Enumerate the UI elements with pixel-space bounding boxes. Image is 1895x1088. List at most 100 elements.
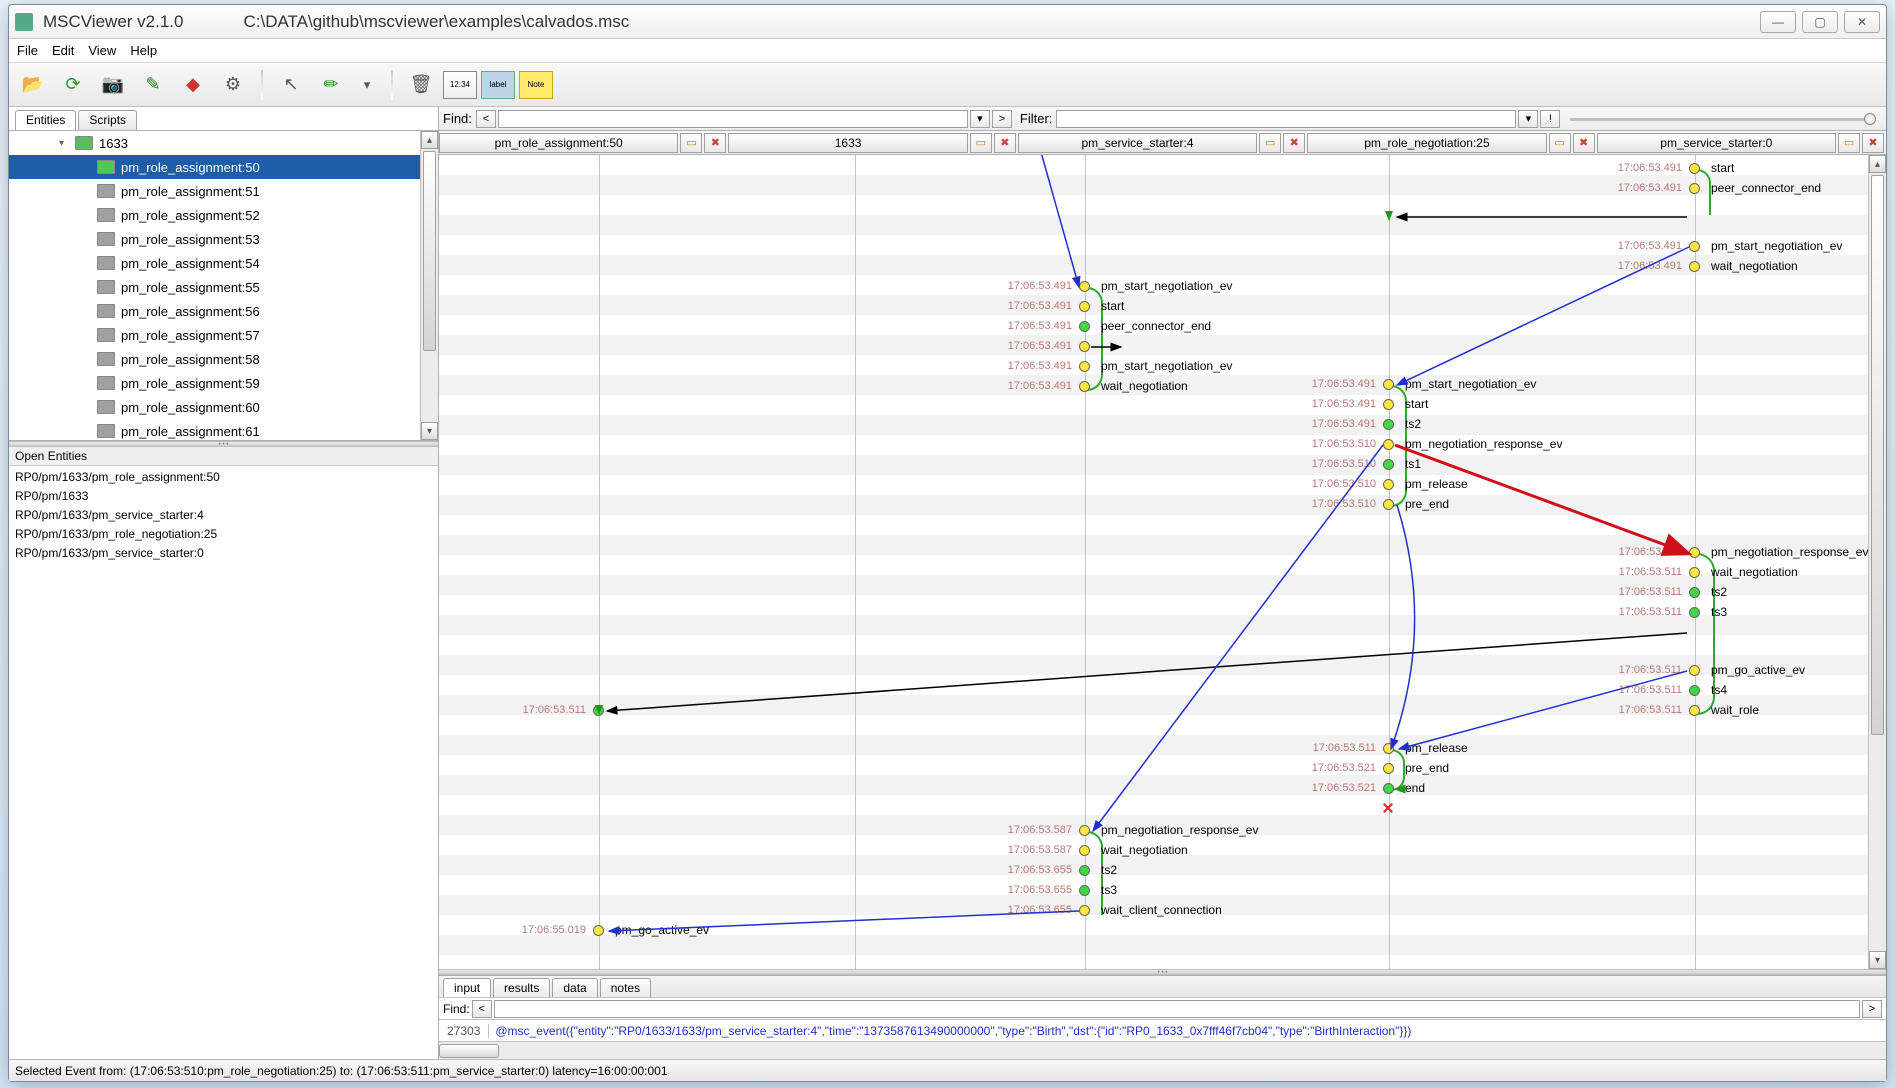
- tab-entities[interactable]: Entities: [15, 110, 76, 130]
- event-dot[interactable]: [1383, 803, 1393, 813]
- entity-tree[interactable]: ▾ 1633 pm_role_assignment:50pm_role_assi…: [9, 131, 438, 441]
- console-find-prev-button[interactable]: <: [472, 1000, 492, 1018]
- event-dot[interactable]: [1383, 479, 1394, 490]
- window-maximize-button[interactable]: ▢: [1802, 11, 1838, 33]
- camera-icon[interactable]: 📷: [95, 67, 131, 103]
- tree-item[interactable]: pm_role_assignment:60: [9, 395, 438, 419]
- tree-item[interactable]: pm_role_assignment:58: [9, 347, 438, 371]
- tree-item[interactable]: pm_role_assignment:57: [9, 323, 438, 347]
- collapse-icon[interactable]: ▾: [59, 138, 71, 149]
- trash-icon[interactable]: 🗑: [403, 67, 439, 103]
- console-find-next-button[interactable]: >: [1862, 1000, 1882, 1018]
- event-dot[interactable]: [1383, 439, 1394, 450]
- event-dot[interactable]: [1079, 845, 1090, 856]
- window-close-button[interactable]: ✕: [1844, 11, 1880, 33]
- event-dot[interactable]: [1383, 459, 1394, 470]
- console-find-input[interactable]: [494, 1000, 1860, 1018]
- event-dot[interactable]: [1383, 499, 1394, 510]
- clear-markers-icon[interactable]: ◆: [175, 67, 211, 103]
- open-entity-item[interactable]: RP0/pm/1633/pm_role_negotiation:25: [15, 525, 432, 544]
- tree-item[interactable]: pm_role_assignment:56: [9, 299, 438, 323]
- lane-close-button[interactable]: ✖: [1862, 133, 1884, 153]
- tab-notes[interactable]: notes: [600, 978, 651, 997]
- event-dot[interactable]: [1689, 705, 1700, 716]
- tree-item[interactable]: pm_role_assignment:50: [9, 155, 438, 179]
- lane-title[interactable]: 1633: [728, 133, 967, 153]
- tab-results[interactable]: results: [493, 978, 550, 997]
- event-dot[interactable]: [1689, 685, 1700, 696]
- open-entity-item[interactable]: RP0/pm/1633/pm_service_starter:0: [15, 544, 432, 563]
- settings-icon[interactable]: ⚙: [215, 67, 251, 103]
- tab-data[interactable]: data: [552, 978, 597, 997]
- event-dot[interactable]: [1079, 301, 1090, 312]
- lane-minimize-button[interactable]: ▭: [1549, 133, 1571, 153]
- menu-help[interactable]: Help: [130, 43, 157, 58]
- diagram-scrollbar[interactable]: ▴ ▾: [1868, 155, 1886, 969]
- event-dot[interactable]: [1079, 865, 1090, 876]
- lane-minimize-button[interactable]: ▭: [680, 133, 702, 153]
- event-dot[interactable]: [1689, 241, 1700, 252]
- lane-title[interactable]: pm_service_starter:4: [1018, 133, 1257, 153]
- lane-title[interactable]: pm_service_starter:0: [1597, 133, 1836, 153]
- event-dot[interactable]: [1079, 905, 1090, 916]
- tree-item[interactable]: pm_role_assignment:52: [9, 203, 438, 227]
- event-dot[interactable]: [1689, 665, 1700, 676]
- event-dot[interactable]: [593, 705, 604, 716]
- zoom-slider[interactable]: [1562, 110, 1882, 128]
- filter-invert-button[interactable]: !: [1540, 110, 1560, 128]
- lane-minimize-button[interactable]: ▭: [1838, 133, 1860, 153]
- open-icon[interactable]: 📂: [15, 67, 51, 103]
- tab-input[interactable]: input: [443, 978, 491, 997]
- tab-scripts[interactable]: Scripts: [78, 110, 137, 130]
- lane-title[interactable]: pm_role_negotiation:25: [1307, 133, 1546, 153]
- event-dot[interactable]: [1383, 743, 1394, 754]
- event-dot[interactable]: [1383, 419, 1394, 430]
- menu-file[interactable]: File: [17, 43, 38, 58]
- find-dropdown-button[interactable]: ▾: [970, 110, 990, 128]
- event-dot[interactable]: [1689, 547, 1700, 558]
- tree-item[interactable]: pm_role_assignment:61: [9, 419, 438, 441]
- filter-dropdown-button[interactable]: ▾: [1518, 110, 1538, 128]
- find-next-button[interactable]: >: [992, 110, 1012, 128]
- tree-item[interactable]: pm_role_assignment:54: [9, 251, 438, 275]
- tree-item[interactable]: pm_role_assignment:55: [9, 275, 438, 299]
- event-dot[interactable]: [1383, 379, 1394, 390]
- event-dot[interactable]: [1689, 587, 1700, 598]
- event-dot[interactable]: [1079, 381, 1090, 392]
- lane-title[interactable]: pm_role_assignment:50: [439, 133, 678, 153]
- find-prev-button[interactable]: <: [476, 110, 496, 128]
- event-dot[interactable]: [1079, 825, 1090, 836]
- toggle-timestamp-button[interactable]: 12:34: [443, 71, 477, 99]
- event-dot[interactable]: [1689, 183, 1700, 194]
- menu-edit[interactable]: Edit: [52, 43, 74, 58]
- marker-icon[interactable]: ✎: [135, 67, 171, 103]
- tree-scrollbar[interactable]: ▴ ▾: [420, 131, 438, 440]
- event-dot[interactable]: [1689, 163, 1700, 174]
- tool-dropdown-icon[interactable]: ▾: [353, 71, 381, 99]
- event-dot[interactable]: [1383, 399, 1394, 410]
- lane-close-button[interactable]: ✖: [1573, 133, 1595, 153]
- cursor-tool-icon[interactable]: ↖: [273, 67, 309, 103]
- toggle-note-button[interactable]: Note: [519, 71, 553, 99]
- event-dot[interactable]: [1079, 361, 1090, 372]
- find-input[interactable]: [498, 110, 968, 128]
- event-dot[interactable]: [1079, 341, 1090, 352]
- open-entity-item[interactable]: RP0/pm/1633/pm_service_starter:4: [15, 506, 432, 525]
- filter-input[interactable]: [1056, 110, 1516, 128]
- reload-icon[interactable]: ⟳: [55, 67, 91, 103]
- sequence-diagram[interactable]: start17:06:53.491peer_connector_end17:06…: [439, 155, 1886, 969]
- toggle-label-button[interactable]: label: [481, 71, 515, 99]
- tree-item[interactable]: pm_role_assignment:51: [9, 179, 438, 203]
- lane-minimize-button[interactable]: ▭: [970, 133, 992, 153]
- event-dot[interactable]: [593, 925, 604, 936]
- event-dot[interactable]: [1079, 321, 1090, 332]
- console-hscrollbar[interactable]: [439, 1041, 1886, 1059]
- event-dot[interactable]: [1689, 607, 1700, 618]
- lane-close-button[interactable]: ✖: [704, 133, 726, 153]
- event-dot[interactable]: [1383, 763, 1394, 774]
- lane-close-button[interactable]: ✖: [1283, 133, 1305, 153]
- tree-parent-row[interactable]: ▾ 1633: [9, 131, 438, 155]
- event-dot[interactable]: [1079, 281, 1090, 292]
- menu-view[interactable]: View: [88, 43, 116, 58]
- event-dot[interactable]: [1383, 783, 1394, 794]
